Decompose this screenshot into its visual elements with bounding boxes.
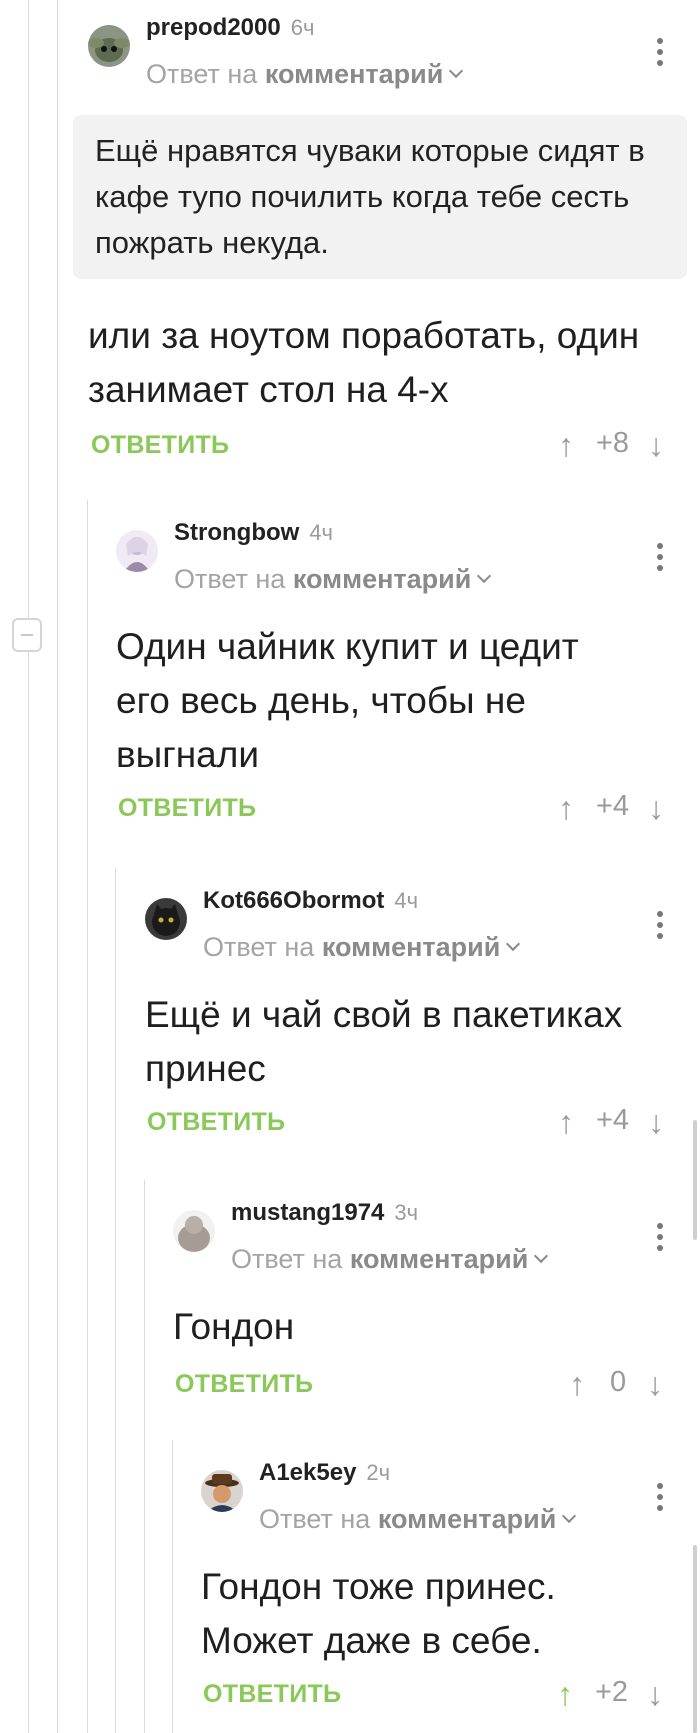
avatar[interactable] <box>201 1470 243 1512</box>
more-options-icon[interactable] <box>657 1483 663 1516</box>
scrollbar[interactable] <box>693 1120 697 1240</box>
reply-target: комментарий <box>292 564 472 594</box>
username[interactable]: Kot666Obormot 4ч <box>203 887 418 915</box>
upvote-arrow-icon[interactable]: ↑ <box>558 427 574 464</box>
comment: Kot666Obormot 4ч Ответ на комментарий Ещё… <box>145 873 685 1150</box>
rating-value: +4 <box>596 790 630 822</box>
thread-line <box>172 1440 173 1733</box>
comment-header: prepod2000 6ч Ответ на комментарий <box>88 0 688 95</box>
reply-prefix: Ответ на <box>259 1504 371 1534</box>
comment-text: Гондон <box>173 1306 295 1347</box>
reply-to-link[interactable]: Ответ на комментарий <box>203 932 521 963</box>
comment-header: mustang1974 3ч Ответ на комментарий <box>173 1185 685 1280</box>
timestamp: 3ч <box>394 1200 419 1225</box>
thread-line <box>144 1180 145 1733</box>
thread-line <box>87 500 88 1733</box>
downvote-arrow-icon[interactable]: ↓ <box>647 1366 663 1403</box>
username[interactable]: Strongbow 4ч <box>174 519 333 547</box>
downvote-arrow-icon[interactable]: ↓ <box>648 427 664 464</box>
collapse-thread-button[interactable] <box>12 618 42 652</box>
upvote-arrow-icon[interactable]: ↑ <box>558 1104 574 1141</box>
comment-actions: ОТВЕТИТЬ ↑ +4 ↓ <box>145 1096 685 1150</box>
reply-prefix: Ответ на <box>146 59 258 89</box>
reply-button[interactable]: ОТВЕТИТЬ <box>175 1370 313 1399</box>
reply-prefix: Ответ на <box>203 932 315 962</box>
username[interactable]: prepod2000 6ч <box>146 14 314 42</box>
reply-button[interactable]: ОТВЕТИТЬ <box>91 431 229 460</box>
more-options-icon[interactable] <box>657 38 663 71</box>
comment-actions: ОТВЕТИТЬ ↑ +4 ↓ <box>116 782 686 836</box>
rating-value: +8 <box>596 427 630 459</box>
comment-actions: ОТВЕТИТЬ ↑ +8 ↓ <box>88 419 688 473</box>
comment-text: Гондон тоже принес. Может даже в себе. <box>201 1566 556 1661</box>
quoted-comment: Ещё нравятся чуваки которые сидят в кафе… <box>73 115 687 279</box>
comment-text: или за ноутом поработать, один занимает … <box>88 315 640 410</box>
more-options-icon[interactable] <box>657 911 663 944</box>
reply-to-link[interactable]: Ответ на комментарий <box>259 1504 577 1535</box>
reply-button[interactable]: ОТВЕТИТЬ <box>118 794 256 823</box>
chevron-down-icon <box>534 1248 549 1264</box>
avatar[interactable] <box>145 898 187 940</box>
more-options-icon[interactable] <box>657 1223 663 1256</box>
comment-actions: ОТВЕТИТЬ ↑ 0 ↓ <box>173 1358 685 1412</box>
downvote-arrow-icon[interactable]: ↓ <box>647 1676 663 1713</box>
reply-prefix: Ответ на <box>231 1244 343 1274</box>
comment-actions: ОТВЕТИТЬ ↑ +2 ↓ <box>201 1668 685 1722</box>
username[interactable]: mustang1974 3ч <box>231 1199 418 1227</box>
reply-button[interactable]: ОТВЕТИТЬ <box>203 1680 341 1709</box>
comment: A1ek5ey 2ч Ответ на комментарий Гондон то… <box>201 1445 685 1722</box>
downvote-arrow-icon[interactable]: ↓ <box>648 1104 664 1141</box>
rating-value: +4 <box>596 1104 630 1136</box>
reply-to-link[interactable]: Ответ на комментарий <box>231 1244 549 1275</box>
chevron-down-icon <box>506 936 521 952</box>
chevron-down-icon <box>562 1508 577 1524</box>
reply-target: комментарий <box>377 1504 557 1534</box>
comment-header: Strongbow 4ч Ответ на комментарий <box>116 505 686 600</box>
thread-line <box>28 0 29 1733</box>
comment-text: Один чайник купит и цедит его весь день,… <box>116 626 579 775</box>
comment: prepod2000 6ч Ответ на комментарий Ещё нр… <box>73 0 688 473</box>
thread-line <box>115 868 116 1733</box>
avatar[interactable] <box>88 25 130 67</box>
reply-target: комментарий <box>349 1244 529 1274</box>
timestamp: 2ч <box>366 1460 391 1485</box>
rating-value: 0 <box>610 1366 627 1398</box>
comment-header: A1ek5ey 2ч Ответ на комментарий <box>201 1445 685 1540</box>
chevron-down-icon <box>477 568 492 584</box>
thread-line <box>57 0 58 1733</box>
comment: mustang1974 3ч Ответ на комментарий Гондо… <box>173 1185 685 1412</box>
avatar[interactable] <box>173 1210 215 1252</box>
avatar[interactable] <box>116 530 158 572</box>
upvote-arrow-icon[interactable]: ↑ <box>557 1676 573 1713</box>
comment: Strongbow 4ч Ответ на комментарий Один ча… <box>116 505 686 836</box>
scrollbar[interactable] <box>693 1545 697 1733</box>
timestamp: 4ч <box>309 520 334 545</box>
reply-target: комментарий <box>264 59 444 89</box>
timestamp: 6ч <box>290 15 315 40</box>
username[interactable]: A1ek5ey 2ч <box>259 1459 390 1487</box>
comment-text: Ещё и чай свой в пакетиках принес <box>145 994 623 1089</box>
upvote-arrow-icon[interactable]: ↑ <box>569 1366 585 1403</box>
downvote-arrow-icon[interactable]: ↓ <box>648 790 664 827</box>
chevron-down-icon <box>449 63 464 79</box>
reply-prefix: Ответ на <box>174 564 286 594</box>
reply-to-link[interactable]: Ответ на комментарий <box>174 564 492 595</box>
upvote-arrow-icon[interactable]: ↑ <box>558 790 574 827</box>
more-options-icon[interactable] <box>657 543 663 576</box>
reply-button[interactable]: ОТВЕТИТЬ <box>147 1108 285 1137</box>
comment-header: Kot666Obormot 4ч Ответ на комментарий <box>145 873 685 968</box>
timestamp: 4ч <box>394 888 419 913</box>
reply-target: комментарий <box>321 932 501 962</box>
rating-value: +2 <box>595 1676 629 1708</box>
reply-to-link[interactable]: Ответ на комментарий <box>146 59 464 90</box>
